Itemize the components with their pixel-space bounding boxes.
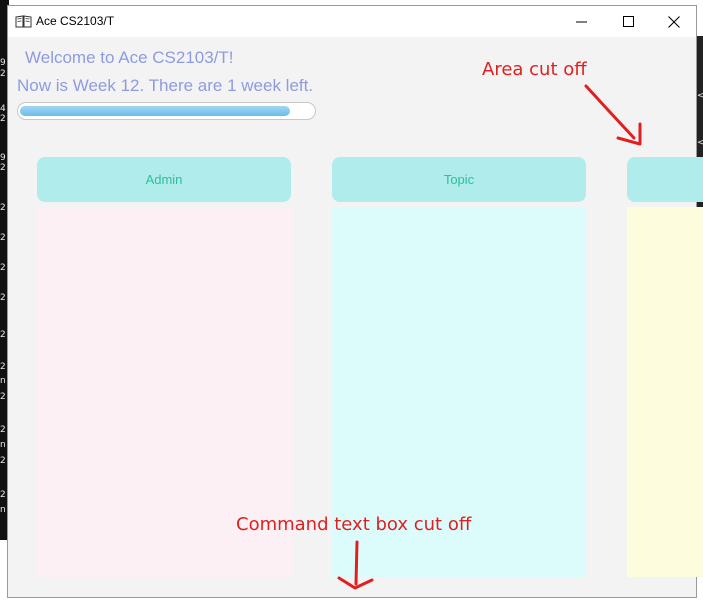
- arrow-down-right-icon: [584, 84, 642, 146]
- minimize-button[interactable]: [558, 6, 604, 37]
- column-header-admin[interactable]: Admin: [37, 157, 291, 202]
- close-icon: [668, 15, 680, 28]
- book-icon: [15, 15, 32, 28]
- arrow-down-icon: [337, 540, 374, 590]
- semester-progress-bar: [17, 102, 316, 120]
- column-list-cut-off[interactable]: [627, 207, 703, 577]
- annotation-command-cut-off: Command text box cut off: [236, 514, 472, 535]
- annotation-area-cut-off: Area cut off: [482, 59, 587, 80]
- column-header-cut-off[interactable]: [627, 157, 703, 202]
- column-header-topic[interactable]: Topic: [332, 157, 586, 202]
- maximize-button[interactable]: [605, 6, 651, 37]
- week-status-label: Now is Week 12. There are 1 week left.: [17, 76, 314, 95]
- column-header-label: Topic: [443, 172, 475, 187]
- minimize-icon: [575, 21, 587, 23]
- welcome-label: Welcome to Ace CS2103/T!: [25, 48, 234, 67]
- close-button[interactable]: [651, 6, 697, 37]
- progress-fill: [20, 106, 290, 116]
- column-header-label: Admin: [145, 172, 183, 187]
- title-bar[interactable]: Ace CS2103/T: [8, 6, 696, 37]
- window-title: Ace CS2103/T: [36, 14, 115, 28]
- maximize-icon: [622, 16, 634, 27]
